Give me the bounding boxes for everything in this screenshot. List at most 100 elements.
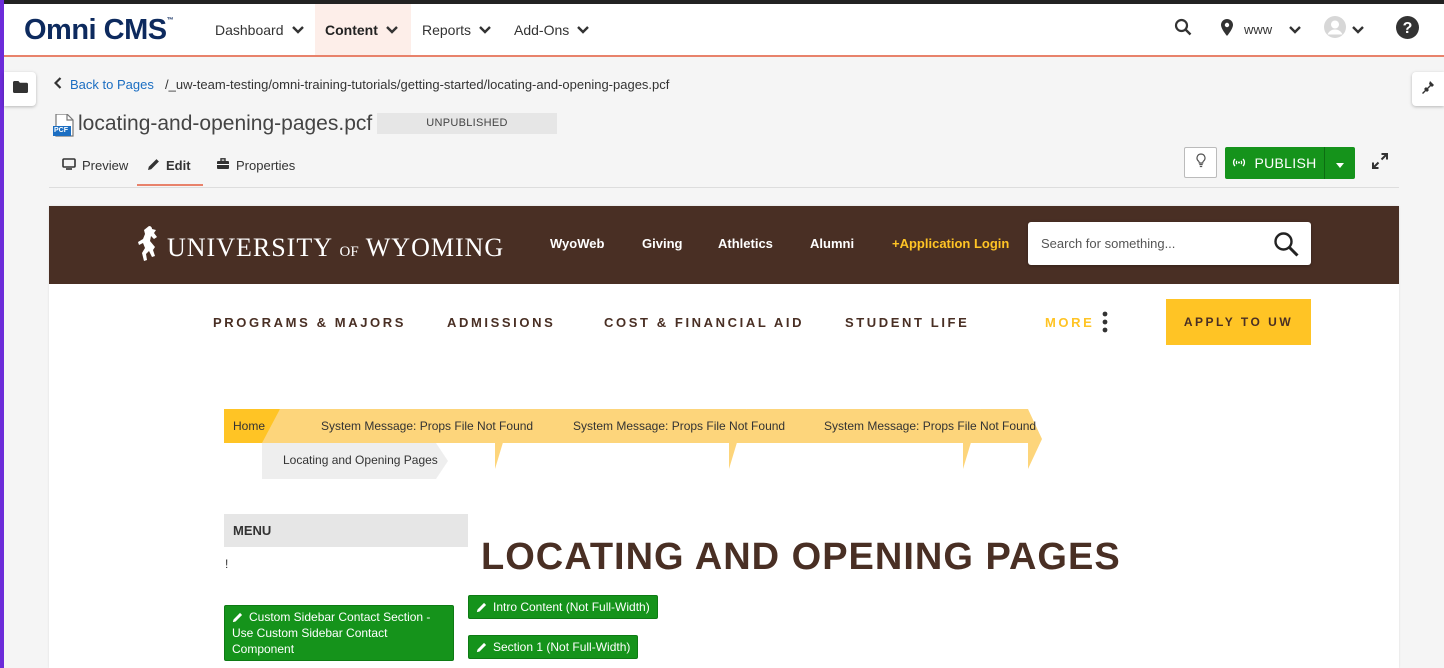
publish-button-label: PUBLISH (1254, 155, 1317, 171)
help-icon: ? (1396, 15, 1419, 44)
folder-icon (12, 80, 28, 98)
chevron-down-icon (577, 25, 590, 34)
page-title: locating-and-opening-pages.pcf (78, 112, 373, 135)
nav-add-ons-label: Add-Ons (514, 21, 570, 38)
page-preview-frame: UNIVERSITY OF WYOMING WyoWeb Giving Athl… (49, 206, 1399, 668)
wordmark-wyoming: WYOMING (365, 232, 505, 262)
site-selector[interactable]: www (1221, 4, 1302, 55)
avatar (1324, 16, 1346, 43)
omni-cms-logo[interactable]: Omni CMS™ (24, 14, 174, 47)
plug-icon (1421, 80, 1435, 99)
bucking-horse-icon (135, 224, 161, 271)
nav-content-label: Content (325, 21, 378, 38)
chevron-down-icon (1352, 21, 1364, 39)
tab-preview[interactable]: Preview (62, 158, 128, 186)
chevron-down-icon (291, 25, 304, 34)
nav-reports-label: Reports (422, 21, 472, 38)
wordmark-of: OF (339, 243, 359, 260)
svg-text:?: ? (1403, 20, 1413, 37)
back-to-pages-link[interactable]: Back to Pages (53, 77, 154, 92)
pencil-icon (476, 601, 487, 617)
hints-button[interactable] (1184, 147, 1217, 178)
menu-more[interactable]: MORE (1045, 315, 1094, 330)
expand-icon (1371, 153, 1389, 174)
uw-header: UNIVERSITY OF WYOMING WyoWeb Giving Athl… (49, 206, 1399, 284)
sidebar-menu-content: ! (225, 557, 229, 571)
crumb-system-message-3[interactable]: System Message: Props File Not Found (824, 419, 1036, 433)
tab-edit[interactable]: Edit (137, 158, 203, 186)
menu-programs-majors[interactable]: PROGRAMS & MAJORS (213, 315, 406, 330)
menu-student-life[interactable]: STUDENT LIFE (845, 315, 969, 330)
tab-edit-label: Edit (166, 158, 191, 173)
tab-preview-label: Preview (82, 158, 129, 173)
pencil-icon (232, 611, 243, 627)
sidebar-menu-heading: MENU (224, 514, 468, 547)
edit-region-sidebar-contact[interactable]: Custom Sidebar Contact Section - Use Cus… (224, 605, 454, 661)
expand-button[interactable] (1371, 152, 1389, 175)
crumb-home[interactable]: Home (233, 419, 265, 433)
broadcast-icon (1232, 155, 1246, 171)
edit-region-intro[interactable]: Intro Content (Not Full-Width) (468, 595, 658, 619)
nav-add-ons[interactable]: Add-Ons (504, 4, 599, 55)
header-link-alumni[interactable]: Alumni (810, 236, 854, 251)
nav-dashboard[interactable]: Dashboard (205, 4, 314, 55)
nav-content[interactable]: Content (315, 4, 411, 55)
edit-region-intro-label: Intro Content (Not Full-Width) (493, 600, 650, 614)
pencil-icon (476, 641, 487, 657)
header-link-giving[interactable]: Giving (642, 236, 682, 251)
status-badge: UNPUBLISHED (377, 113, 557, 134)
toolbox-icon (216, 158, 230, 173)
file-path: /_uw-team-testing/omni-training-tutorial… (165, 77, 670, 92)
site-selector-label: www (1244, 22, 1273, 37)
cms-top-nav: Omni CMS™ Dashboard Content Reports Add-… (4, 4, 1444, 57)
chevron-down-icon (386, 25, 398, 34)
edit-region-sidebar-contact-line1: Custom Sidebar Contact Section - (249, 610, 431, 624)
map-pin-icon (1221, 18, 1233, 41)
edit-region-section-1-label: Section 1 (Not Full-Width) (493, 640, 631, 654)
pcf-file-icon: PCF (53, 113, 75, 143)
edit-region-sidebar-contact-line2: Use Custom Sidebar Contact Component (232, 626, 388, 656)
file-browser-tab[interactable] (4, 72, 36, 106)
header-link-application-login[interactable]: +Application Login (892, 236, 1009, 251)
header-link-wyoweb[interactable]: WyoWeb (550, 236, 604, 251)
publish-options-dropdown[interactable] (1325, 147, 1355, 179)
nav-reports[interactable]: Reports (412, 4, 501, 55)
edit-region-section-1[interactable]: Section 1 (Not Full-Width) (468, 635, 639, 659)
menu-cost-financial-aid[interactable]: COST & FINANCIAL AID (604, 315, 804, 330)
tab-properties[interactable]: Properties (216, 158, 295, 186)
lightbulb-icon (1195, 152, 1206, 173)
user-menu[interactable] (1324, 4, 1364, 55)
pcf-file-icon-label: PCF (54, 127, 68, 134)
site-search-input[interactable] (1041, 222, 1261, 265)
chevron-left-icon (53, 77, 62, 92)
publish-button[interactable]: PUBLISH (1225, 147, 1325, 179)
search-icon[interactable] (1273, 231, 1299, 262)
tab-properties-label: Properties (236, 158, 296, 173)
header-link-athletics[interactable]: Athletics (718, 236, 773, 251)
crumb-current: Locating and Opening Pages (283, 453, 438, 467)
site-search (1028, 222, 1311, 265)
menu-admissions[interactable]: ADMISSIONS (447, 315, 555, 330)
uw-wordmark: UNIVERSITY OF WYOMING (167, 233, 504, 263)
search-icon (1174, 18, 1192, 41)
help-button[interactable]: ? (1396, 4, 1419, 55)
publish-button-group: PUBLISH (1225, 147, 1355, 179)
crumb-system-message-1[interactable]: System Message: Props File Not Found (321, 419, 533, 433)
search-button[interactable] (1174, 4, 1192, 55)
chevron-down-icon (479, 25, 491, 34)
chevron-down-icon (1289, 21, 1302, 39)
tabs-divider (49, 187, 1399, 188)
page-heading: LOCATING AND OPENING PAGES (481, 536, 1121, 578)
logo-text: Omni CMS (24, 14, 167, 46)
nav-dashboard-label: Dashboard (215, 21, 284, 38)
monitor-icon (62, 158, 76, 173)
gadgets-tab[interactable] (1412, 72, 1444, 106)
back-to-pages-label: Back to Pages (70, 77, 154, 92)
crumb-system-message-2[interactable]: System Message: Props File Not Found (573, 419, 785, 433)
more-dots-icon[interactable] (1102, 311, 1108, 338)
uw-logo[interactable]: UNIVERSITY OF WYOMING (135, 224, 504, 271)
logo-trademark: ™ (166, 17, 174, 24)
apply-button[interactable]: APPLY TO UW (1166, 299, 1311, 345)
caret-down-icon (1336, 155, 1344, 171)
pencil-icon (147, 158, 160, 174)
